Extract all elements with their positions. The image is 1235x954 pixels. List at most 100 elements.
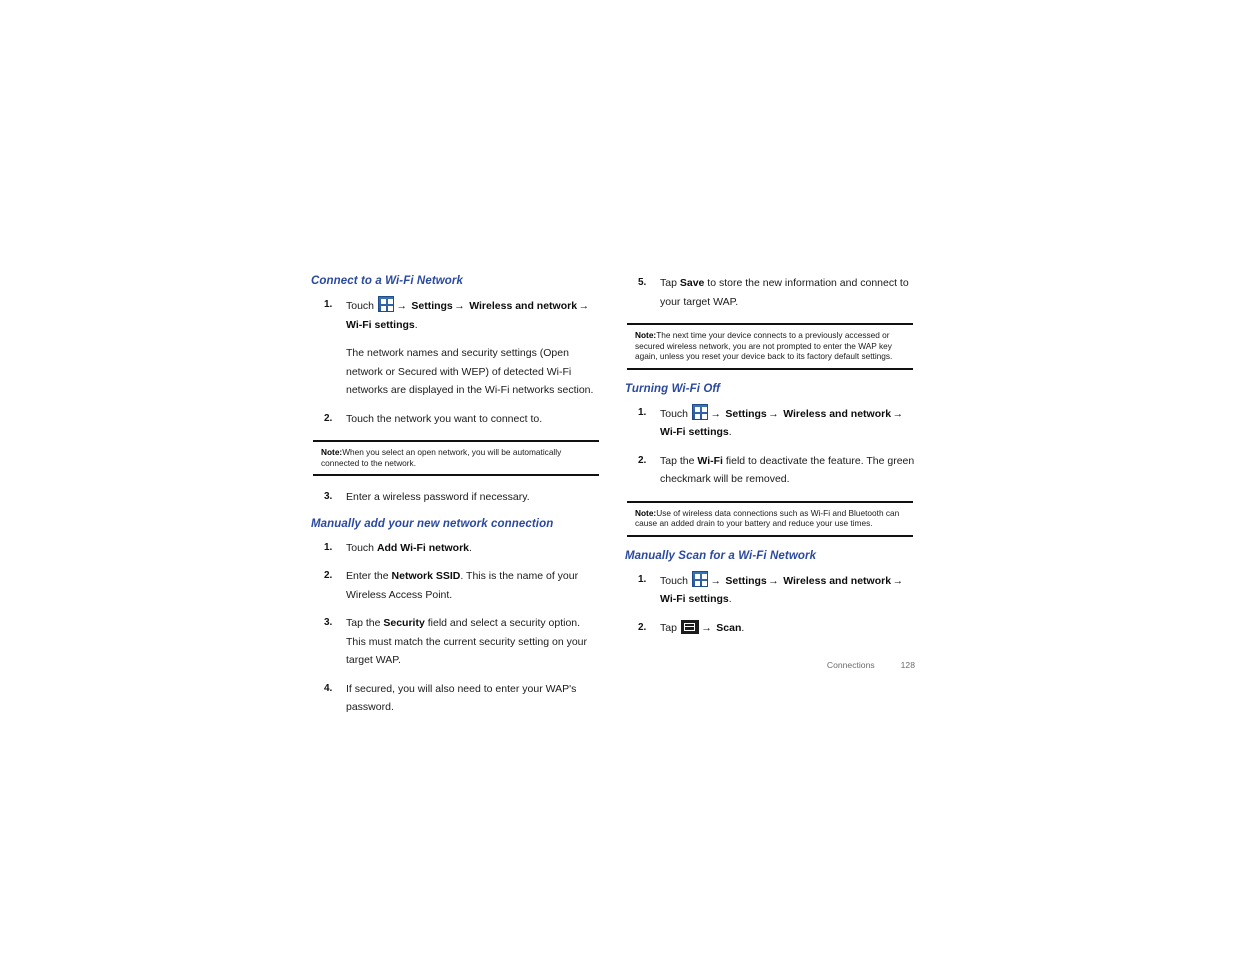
path-segment-settings: Settings <box>722 407 767 420</box>
step-number: 2. <box>324 412 333 424</box>
step-text-emphasis: Save <box>679 277 705 289</box>
footer-section-name: Connections <box>826 660 875 670</box>
note-text: The next time your device connects to a … <box>635 330 893 362</box>
path-segment-wireless-and-network: Wireless and network <box>780 407 892 420</box>
arrow-icon: → <box>710 574 721 587</box>
step-item: 1. Touch → Settings → Wireless and networ… <box>625 403 915 442</box>
step-text: Tap Save to store the new information an… <box>660 274 915 311</box>
step-item: 2. Tap → Scan. <box>625 619 915 638</box>
step-text-suffix: . <box>414 318 418 331</box>
step-text-prefix: Touch <box>660 407 691 420</box>
path-segment-settings: Settings <box>722 574 767 587</box>
path-segment-settings: Settings <box>408 300 453 312</box>
step-text-suffix: . <box>741 621 745 634</box>
step-number: 3. <box>324 617 333 629</box>
step-number: 2. <box>638 621 647 633</box>
page-footer: Connections 128 <box>625 660 915 670</box>
step-text-plain: Tap <box>660 277 680 289</box>
note-box: Note:Use of wireless data connections su… <box>627 500 913 537</box>
path-segment-wifi-settings: Wi-Fi settings <box>660 426 729 439</box>
step-item: 1. Touch Add Wi-Fi network. <box>311 539 601 558</box>
step-text: Enter the Network SSID. This is the name… <box>346 567 601 604</box>
step-number: 3. <box>324 491 333 503</box>
step-text: Touch → Settings → Wireless and network → … <box>346 296 601 334</box>
step-item: 2. Enter the Network SSID. This is the n… <box>311 567 601 604</box>
right-column: 5. Tap Save to store the new information… <box>625 274 915 647</box>
arrow-icon: → <box>768 407 779 420</box>
step-item: 2. Tap the Wi-Fi field to deactivate the… <box>625 452 915 489</box>
apps-grid-icon[interactable] <box>691 403 708 420</box>
step-item: 4. If secured, you will also need to ent… <box>311 680 601 717</box>
path-segment-wifi-settings: Wi-Fi settings <box>660 593 729 606</box>
manual-page: Connect to a Wi-Fi Network 1. Touch → Se… <box>0 0 1235 954</box>
heading-connect-to-wifi-network: Connect to a Wi-Fi Network <box>311 275 463 287</box>
step-text-plain: Tap the <box>660 454 698 467</box>
step-text: Touch Add Wi-Fi network. <box>346 539 601 558</box>
step-text: Enter a wireless password if necessary. <box>346 491 530 504</box>
arrow-icon: → <box>892 407 904 420</box>
step-text-plain: Touch <box>346 541 377 554</box>
note-text: Use of wireless data connections such as… <box>635 507 900 529</box>
note-box: Note:The next time your device connects … <box>627 323 913 370</box>
apps-grid-icon[interactable] <box>377 296 394 312</box>
step-paragraph: The network names and security settings … <box>346 347 594 396</box>
note-row: Note:When you select an open network, yo… <box>313 447 599 468</box>
heading-turning-wifi-off: Turning Wi-Fi Off <box>625 382 721 395</box>
step-item: 1. Touch → Settings → Wireless and networ… <box>625 570 915 609</box>
step-text-prefix: Tap <box>660 621 680 634</box>
step-text: Tap → Scan. <box>660 619 915 638</box>
arrow-icon: → <box>578 300 590 312</box>
arrow-icon: → <box>454 300 465 312</box>
step-text-prefix: Touch <box>346 300 377 312</box>
note-box: Note:When you select an open network, yo… <box>313 440 599 477</box>
arrow-icon: → <box>768 574 779 587</box>
step-text-suffix: . <box>728 593 732 606</box>
step-text: Tap the Security field and select a secu… <box>346 614 601 670</box>
path-segment-wifi-settings: Wi-Fi settings <box>346 318 415 331</box>
step-item: 1. Touch → Settings → Wireless and networ… <box>311 296 601 334</box>
step-number: 5. <box>638 277 647 288</box>
menu-option-scan: Scan <box>713 621 742 634</box>
apps-grid-icon[interactable] <box>691 570 708 587</box>
arrow-icon: → <box>701 621 712 634</box>
step-item: 3. Tap the Security field and select a s… <box>311 614 601 670</box>
step-number: 2. <box>324 570 333 582</box>
arrow-icon: → <box>396 300 407 312</box>
left-column: Connect to a Wi-Fi Network 1. Touch → Se… <box>311 274 601 727</box>
menu-key-icon[interactable] <box>680 619 699 634</box>
step-text: If secured, you will also need to enter … <box>346 682 577 714</box>
step-item: 5. Tap Save to store the new information… <box>625 274 915 311</box>
heading-manually-scan-wifi: Manually Scan for a Wi-Fi Network <box>625 549 817 562</box>
step-text-emphasis: Security <box>383 617 425 630</box>
step-text-emphasis: Add Wi-Fi network <box>376 541 470 554</box>
step-text-plain-end: . <box>469 541 472 554</box>
note-label: Note: <box>635 330 657 340</box>
note-row: Note:Use of wireless data connections su… <box>627 508 913 529</box>
step-text-prefix: Touch <box>660 574 691 587</box>
step-number: 1. <box>324 299 333 310</box>
note-label: Note: <box>321 447 343 457</box>
footer-page-number: 128 <box>900 660 915 670</box>
step-text: Touch → Settings → Wireless and network → … <box>660 403 915 442</box>
arrow-icon: → <box>710 407 721 420</box>
path-segment-wireless-and-network: Wireless and network <box>466 300 578 312</box>
step-number: 2. <box>638 454 647 466</box>
note-text: When you select an open network, you wil… <box>321 447 562 468</box>
step-text: Touch the network you want to connect to… <box>346 412 543 425</box>
step-text-emphasis: Network SSID <box>391 570 461 583</box>
step-text-suffix: . <box>728 426 732 439</box>
step-number: 1. <box>638 406 647 418</box>
step-number: 4. <box>324 682 333 694</box>
step-item: 3. Enter a wireless password if necessar… <box>311 488 601 507</box>
step-text: Touch → Settings → Wireless and network → … <box>660 570 915 609</box>
note-row: Note:The next time your device connects … <box>627 330 913 362</box>
path-segment-wireless-and-network: Wireless and network <box>780 574 892 587</box>
step-item: 2. Touch the network you want to connect… <box>311 410 601 429</box>
arrow-icon: → <box>892 574 904 587</box>
step-text-plain: Tap the <box>346 617 384 630</box>
step-number: 1. <box>324 541 333 553</box>
heading-manually-add-network: Manually add your new network connection <box>311 517 554 530</box>
step-text-plain: Enter the <box>346 570 392 583</box>
step-text-emphasis: Wi-Fi <box>697 454 723 467</box>
step-number: 1. <box>638 573 647 585</box>
